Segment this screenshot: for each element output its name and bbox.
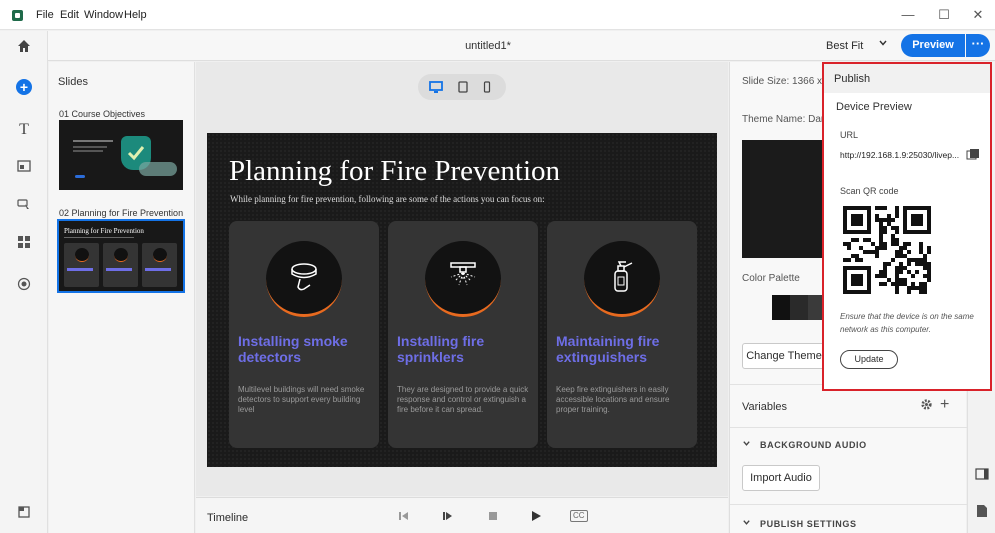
card-fire-sprinklers[interactable]: Installing fire sprinklers They are desi… [388, 221, 538, 448]
publish-popover: Publish Device Preview URL http://192.16… [822, 62, 992, 391]
scan-qr-label: Scan QR code [840, 186, 899, 196]
slide-label: 01 Course Objectives [59, 109, 146, 119]
app-window: File Edit Window Help — ☐ ✕ + T untitled… [0, 0, 995, 533]
canvas-area: Planning for Fire Prevention While plann… [196, 62, 728, 496]
tablet-view-icon[interactable] [456, 80, 470, 94]
timeline-bar: Timeline CC [196, 497, 728, 533]
variables-label: Variables [742, 401, 788, 413]
chevron-down-icon[interactable] [742, 518, 751, 530]
card-body: Keep fire extinguishers in easily access… [556, 385, 670, 414]
theme-name-label: Theme Name: Dark [742, 114, 830, 125]
media-icon[interactable] [0, 159, 48, 177]
palette-swatch[interactable] [772, 295, 790, 320]
sprinkler-icon [425, 241, 501, 317]
minimize-button[interactable]: — [898, 7, 918, 22]
change-theme-button[interactable]: Change Theme [742, 343, 826, 369]
smoke-detector-icon [266, 241, 342, 317]
slides-panel: Slides 01 Course Objectives 02 Planning … [49, 62, 195, 533]
copy-icon[interactable] [966, 148, 980, 160]
menubar: File Edit Window Help — ☐ ✕ [0, 0, 995, 30]
assets-icon[interactable] [0, 505, 48, 523]
menu-help[interactable]: Help [124, 9, 147, 21]
card-body: Multilevel buildings will need smoke det… [238, 385, 365, 414]
left-toolbar: + T [0, 31, 48, 533]
slides-panel-title: Slides [58, 76, 88, 88]
slide-heading[interactable]: Planning for Fire Prevention [229, 155, 560, 188]
previous-icon[interactable] [398, 510, 410, 525]
add-content-icon[interactable]: + [16, 79, 32, 95]
slide-thumbnail-2[interactable]: Planning for Fire Prevention [57, 219, 185, 293]
card-body: They are designed to provide a quick res… [397, 385, 529, 414]
preview-button[interactable]: Preview [901, 34, 965, 57]
document-icon[interactable] [976, 504, 988, 521]
url-label: URL [840, 130, 859, 140]
app-logo-icon [12, 10, 23, 21]
menu-window[interactable]: Window [84, 9, 123, 21]
color-palette-label: Color Palette [742, 273, 800, 284]
add-variable-icon[interactable]: + [940, 396, 949, 414]
stop-icon[interactable] [487, 510, 499, 525]
document-title: untitled1* [465, 40, 511, 52]
card-smoke-detectors[interactable]: Installing smoke detectors Multilevel bu… [229, 221, 379, 448]
panel-toggle-icon[interactable] [975, 468, 989, 483]
publish-settings-header[interactable]: PUBLISH SETTINGS [760, 519, 857, 529]
card-fire-extinguishers[interactable]: Maintaining fire extinguishers Keep fire… [547, 221, 697, 448]
publish-menu-item[interactable]: Publish [824, 64, 990, 93]
top-toolbar: untitled1* Best Fit Preview ··· [48, 31, 995, 61]
zoom-select[interactable]: Best Fit [826, 40, 863, 52]
interaction-icon[interactable] [0, 197, 48, 215]
desktop-view-icon[interactable] [429, 80, 443, 94]
text-icon[interactable]: T [0, 121, 48, 139]
step-forward-icon[interactable] [442, 510, 454, 525]
card-title: Maintaining fire extinguishers [556, 333, 660, 365]
device-preview-title: Device Preview [836, 101, 912, 113]
maximize-button[interactable]: ☐ [934, 7, 954, 23]
slide-thumbnail-1[interactable] [59, 120, 183, 190]
closed-captions-icon[interactable]: CC [570, 510, 588, 522]
palette-swatch[interactable] [790, 295, 808, 320]
slide-size-label: Slide Size: 1366 x 7 [742, 76, 831, 87]
device-toggle [418, 74, 506, 100]
import-audio-button[interactable]: Import Audio [742, 465, 820, 491]
card-title: Installing fire sprinklers [397, 333, 485, 365]
extinguisher-icon [584, 241, 660, 317]
slide-subheading[interactable]: While planning for fire prevention, foll… [230, 194, 545, 204]
play-icon[interactable] [530, 510, 542, 525]
background-audio-header[interactable]: BACKGROUND AUDIO [760, 440, 867, 450]
menu-edit[interactable]: Edit [60, 9, 79, 21]
slide-label: 02 Planning for Fire Prevention [59, 208, 184, 218]
divider [730, 427, 967, 428]
record-icon[interactable] [0, 277, 48, 295]
chevron-down-icon[interactable] [742, 439, 751, 451]
gear-icon[interactable] [920, 398, 933, 414]
widgets-icon[interactable] [0, 235, 48, 253]
close-button[interactable]: ✕ [968, 7, 988, 23]
chevron-down-icon[interactable] [878, 38, 888, 51]
slide-canvas[interactable]: Planning for Fire Prevention While plann… [207, 133, 717, 467]
timeline-label[interactable]: Timeline [207, 512, 248, 524]
update-button[interactable]: Update [840, 350, 898, 369]
more-options-button[interactable]: ··· [966, 34, 990, 57]
card-title: Installing smoke detectors [238, 333, 348, 365]
menu-file[interactable]: File [36, 9, 54, 21]
mobile-view-icon[interactable] [480, 80, 494, 94]
divider [730, 504, 967, 505]
network-note: Ensure that the device is on the same ne… [840, 312, 974, 334]
qr-code [843, 206, 931, 294]
preview-url[interactable]: http://192.168.1.9:25030/livep... [840, 150, 959, 160]
home-icon[interactable] [0, 39, 48, 57]
